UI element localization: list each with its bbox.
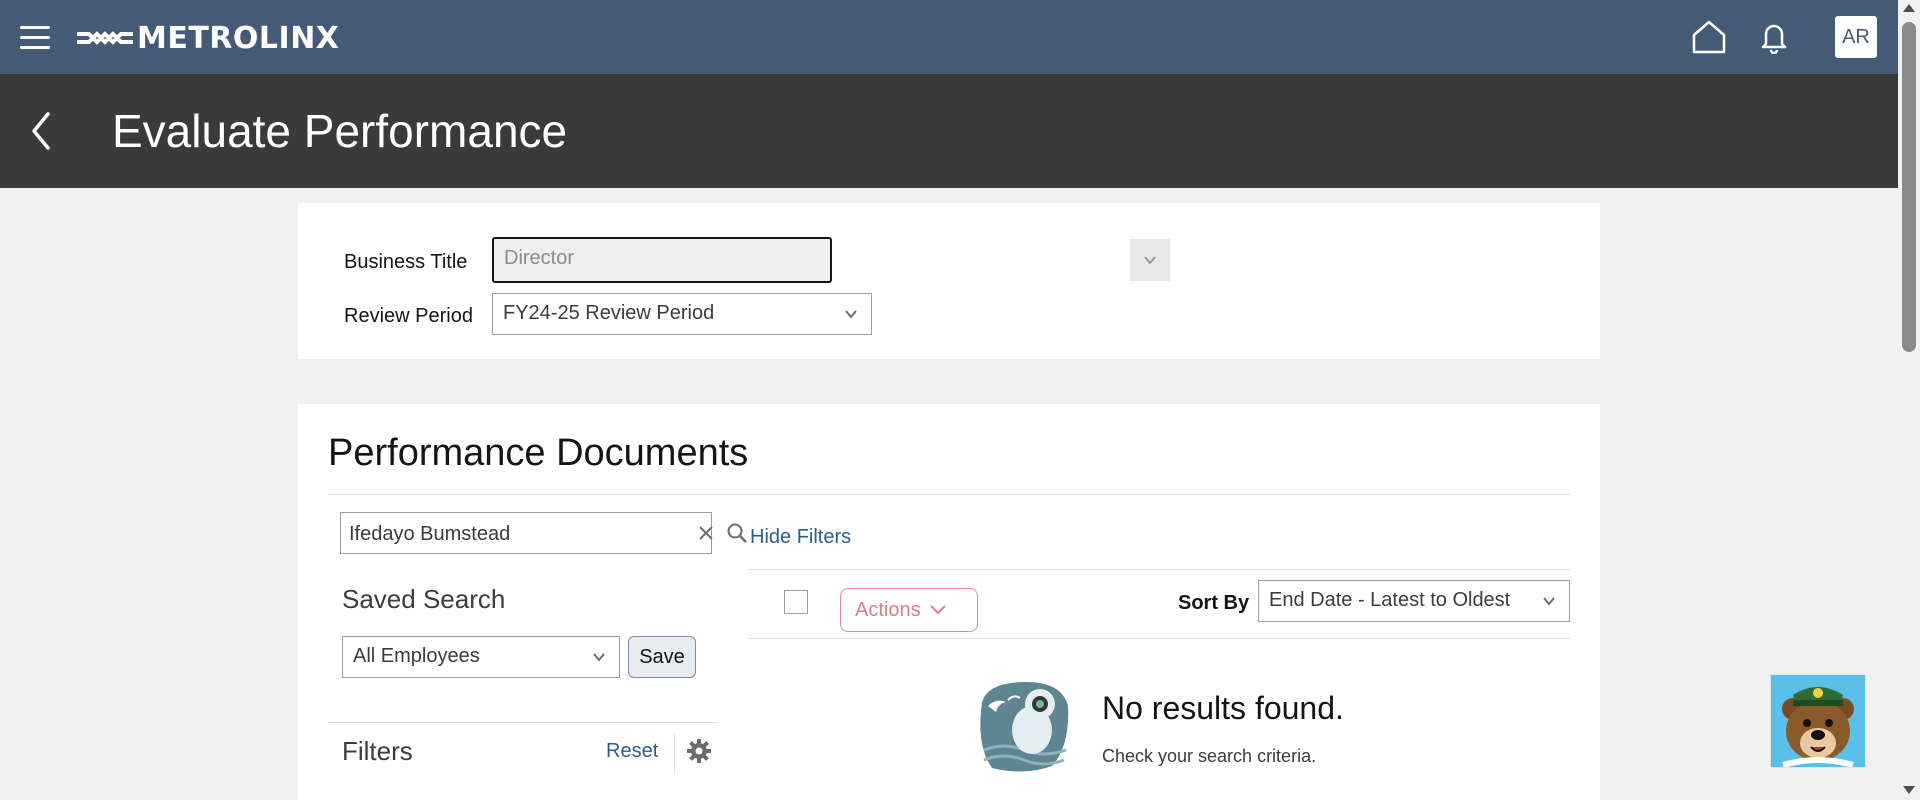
back-arrow-icon[interactable] bbox=[26, 106, 56, 156]
saved-search-select[interactable]: All Employees bbox=[342, 636, 620, 678]
save-button[interactable]: Save bbox=[628, 636, 696, 678]
actions-button[interactable]: Actions bbox=[840, 588, 978, 632]
review-period-select[interactable]: FY24-25 Review Period bbox=[492, 293, 872, 335]
search-icon[interactable] bbox=[725, 521, 749, 545]
divider bbox=[674, 734, 675, 774]
clear-icon[interactable] bbox=[697, 524, 715, 542]
scrollbar-thumb[interactable] bbox=[1902, 22, 1916, 352]
gear-icon[interactable] bbox=[686, 738, 712, 764]
chatbot-bear-button[interactable] bbox=[1770, 674, 1866, 768]
chevron-down-icon bbox=[929, 605, 946, 615]
bear-mascot-icon bbox=[1782, 687, 1854, 768]
performance-documents-card: Performance Documents Ifedayo Bumstead H… bbox=[298, 404, 1600, 800]
divider bbox=[328, 722, 718, 723]
menu-icon[interactable] bbox=[20, 26, 50, 50]
logo-wave-icon bbox=[77, 31, 133, 45]
no-results-binoculars-icon bbox=[980, 682, 1069, 772]
divider bbox=[748, 569, 1570, 570]
sort-by-label: Sort By bbox=[1178, 592, 1250, 614]
review-period-value: FY24-25 Review Period bbox=[503, 302, 715, 324]
metrolinx-logo[interactable]: METROLINX bbox=[75, 18, 339, 58]
sort-value: End Date - Latest to Oldest bbox=[1269, 589, 1511, 611]
business-title-select[interactable]: Director bbox=[492, 237, 832, 283]
section-title: Performance Documents bbox=[328, 432, 749, 474]
search-value: Ifedayo Bumstead bbox=[349, 523, 511, 545]
user-avatar[interactable]: AR bbox=[1835, 16, 1877, 58]
select-all-checkbox[interactable] bbox=[784, 590, 808, 614]
hide-filters-link[interactable]: Hide Filters bbox=[750, 526, 851, 549]
saved-search-label: Saved Search bbox=[342, 584, 506, 614]
actions-label: Actions bbox=[855, 598, 921, 621]
no-results-title: No results found. bbox=[1102, 690, 1344, 726]
chevron-down-icon bbox=[1144, 256, 1156, 265]
logo-text: METROLINX bbox=[137, 20, 340, 56]
divider bbox=[748, 638, 1570, 639]
scroll-up-icon[interactable] bbox=[1903, 4, 1915, 12]
top-navigation-bar: METROLINX AR bbox=[0, 0, 1898, 74]
home-icon[interactable] bbox=[1690, 18, 1728, 56]
business-title-label: Business Title bbox=[344, 251, 468, 273]
chevron-down-icon bbox=[1543, 597, 1555, 606]
divider bbox=[328, 494, 1570, 495]
business-title-dropdown-button[interactable] bbox=[1130, 239, 1170, 281]
page-header: Evaluate Performance bbox=[0, 74, 1898, 188]
filter-card: Business Title Director Review Period FY… bbox=[298, 203, 1600, 359]
search-input[interactable]: Ifedayo Bumstead bbox=[340, 512, 747, 554]
business-title-value: Director bbox=[504, 247, 575, 269]
sort-by-select[interactable]: End Date - Latest to Oldest bbox=[1258, 580, 1570, 622]
saved-search-value: All Employees bbox=[353, 645, 480, 667]
review-period-label: Review Period bbox=[344, 305, 473, 327]
notifications-bell-icon[interactable] bbox=[1758, 20, 1790, 54]
no-results-hint: Check your search criteria. bbox=[1102, 746, 1317, 766]
chevron-down-icon bbox=[845, 310, 857, 319]
reset-link[interactable]: Reset bbox=[606, 740, 658, 763]
filters-label: Filters bbox=[342, 736, 413, 766]
page-title: Evaluate Performance bbox=[112, 105, 568, 157]
vertical-scrollbar[interactable] bbox=[1898, 0, 1920, 800]
scroll-down-icon[interactable] bbox=[1903, 786, 1915, 794]
chevron-down-icon bbox=[593, 653, 605, 662]
